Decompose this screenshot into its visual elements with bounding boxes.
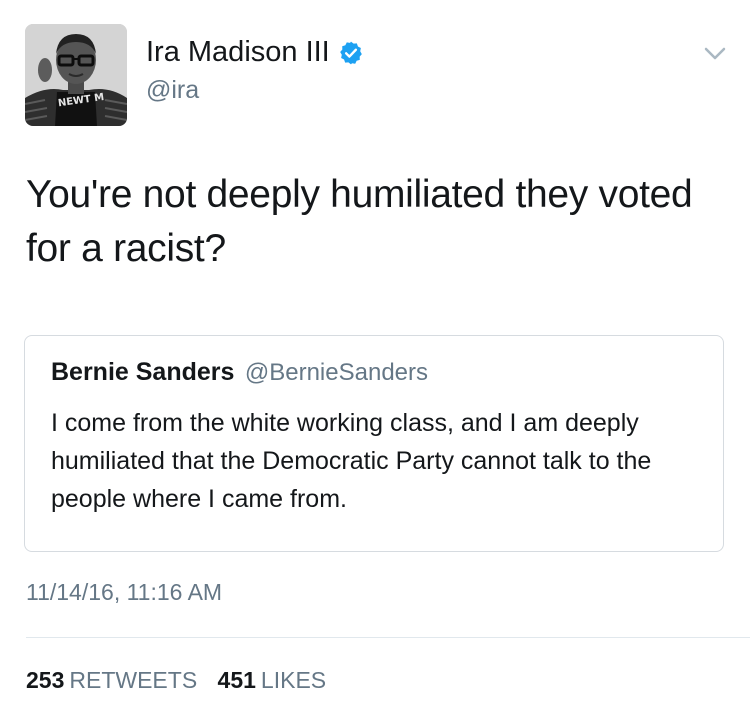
- chevron-down-icon[interactable]: [704, 46, 726, 62]
- quoted-tweet-text: I come from the white working class, and…: [51, 409, 652, 513]
- divider: [26, 637, 750, 638]
- quoted-author-handle[interactable]: @BernieSanders: [245, 359, 428, 386]
- retweets-label: RETWEETS: [69, 667, 198, 693]
- quoted-author-name[interactable]: Bernie Sanders: [51, 358, 234, 386]
- quoted-tweet-header: Bernie Sanders @BernieSanders: [51, 358, 428, 387]
- tweet-stats: 253 RETWEETS 451 LIKES: [26, 667, 326, 694]
- tweet-text: You're not deeply humiliated they voted …: [26, 173, 693, 270]
- likes-count: 451: [217, 667, 256, 693]
- retweets-stat[interactable]: 253 RETWEETS: [26, 667, 197, 694]
- avatar[interactable]: NEWT M: [25, 24, 127, 126]
- tweet-timestamp[interactable]: 11/14/16, 11:16 AM: [26, 579, 222, 606]
- author-name-text[interactable]: Ira Madison III: [146, 36, 330, 69]
- author-display-name[interactable]: Ira Madison III: [146, 36, 364, 69]
- likes-stat[interactable]: 451 LIKES: [218, 667, 327, 694]
- author-handle[interactable]: @ira: [146, 76, 199, 105]
- retweets-count: 253: [26, 667, 65, 693]
- verified-badge-icon: [338, 40, 364, 66]
- likes-label: LIKES: [260, 667, 327, 693]
- quoted-tweet-card[interactable]: Bernie Sanders @BernieSanders I come fro…: [24, 335, 724, 552]
